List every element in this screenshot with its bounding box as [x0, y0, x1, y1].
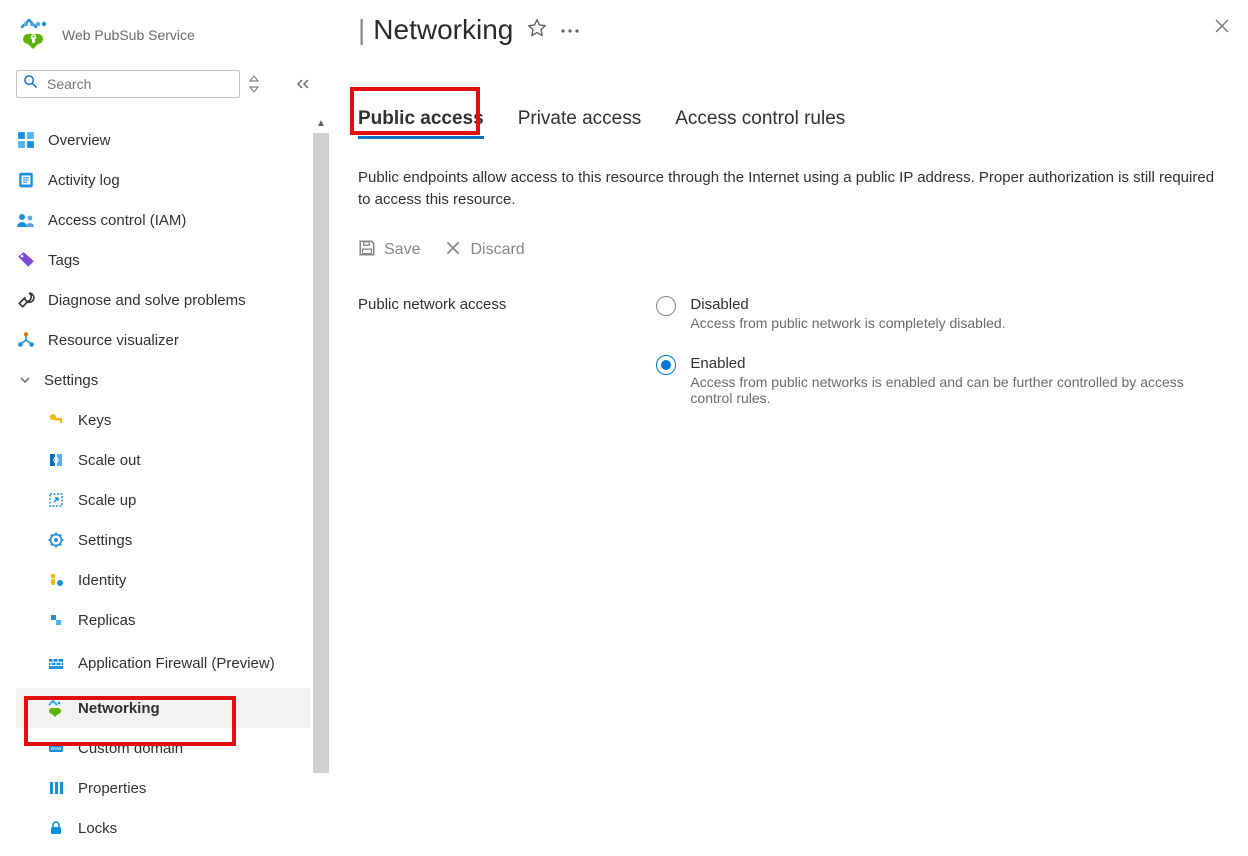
chevron-down-icon: [16, 374, 34, 386]
sort-icon[interactable]: [248, 75, 260, 93]
sidebar-item-app-firewall[interactable]: Application Firewall (Preview): [16, 640, 310, 688]
radio-option-disabled[interactable]: Disabled Access from public network is c…: [656, 296, 1210, 331]
domain-icon: www: [46, 740, 66, 756]
service-icon: [18, 18, 52, 52]
sidebar-item-label: Activity log: [48, 172, 120, 189]
svg-text:www: www: [51, 746, 62, 752]
search-icon: [23, 74, 38, 94]
sidebar-item-resource-visualizer[interactable]: Resource visualizer: [16, 320, 310, 360]
page-title: Networking: [373, 14, 513, 46]
gear-icon: [46, 532, 66, 548]
save-icon: [358, 239, 376, 262]
sidebar-item-label: Resource visualizer: [48, 332, 179, 349]
collapse-icon[interactable]: [294, 77, 310, 91]
sidebar-item-keys[interactable]: Keys: [16, 400, 310, 440]
radio-icon[interactable]: [656, 296, 676, 316]
header-divider: |: [358, 14, 365, 46]
log-icon: [16, 171, 36, 189]
sidebar-item-tags[interactable]: Tags: [16, 240, 310, 280]
close-icon[interactable]: [1214, 18, 1230, 39]
sidebar-item-custom-domain[interactable]: www Custom domain: [16, 728, 310, 768]
tab-public-access[interactable]: Public access: [358, 108, 484, 139]
discard-icon: [444, 239, 462, 262]
sidebar-item-diagnose[interactable]: Diagnose and solve problems: [16, 280, 310, 320]
scrollbar-thumb[interactable]: [313, 133, 329, 773]
sidebar-group-label: Settings: [44, 372, 98, 389]
sidebar-item-label: Identity: [78, 572, 126, 589]
sidebar-item-scale-out[interactable]: Scale out: [16, 440, 310, 480]
key-icon: [46, 412, 66, 428]
sidebar-item-locks[interactable]: Locks: [16, 808, 310, 848]
sidebar-item-label: Access control (IAM): [48, 212, 186, 229]
sidebar-item-activity-log[interactable]: Activity log: [16, 160, 310, 200]
sidebar-item-settings[interactable]: Settings: [16, 520, 310, 560]
graph-icon: [16, 331, 36, 349]
scrollbar-track[interactable]: ▲: [310, 0, 332, 856]
tabs: Public access Private access Access cont…: [358, 108, 1228, 139]
identity-icon: [46, 572, 66, 588]
sidebar: Web PubSub Service Overview: [0, 0, 310, 856]
search-input[interactable]: [16, 70, 240, 98]
sidebar-item-label: Settings: [78, 532, 132, 549]
nav-menu: Overview Activity log Access control (IA…: [16, 120, 310, 848]
tab-access-control-rules[interactable]: Access control rules: [675, 108, 845, 139]
main-panel: | Networking Public access Private acces…: [332, 0, 1248, 856]
scale-up-icon: [46, 492, 66, 508]
save-button[interactable]: Save: [358, 239, 420, 262]
search-box: [16, 70, 240, 98]
radio-group-public-access: Disabled Access from public network is c…: [656, 296, 1210, 406]
radio-label: Enabled: [690, 355, 1210, 372]
sidebar-item-label: Custom domain: [78, 740, 183, 757]
wrench-icon: [16, 291, 36, 309]
sidebar-item-label: Replicas: [78, 612, 136, 629]
sidebar-item-label: Keys: [78, 412, 111, 429]
sidebar-item-label: Networking: [78, 700, 160, 717]
sidebar-item-label: Application Firewall (Preview): [78, 655, 275, 673]
radio-option-enabled[interactable]: Enabled Access from public networks is e…: [656, 355, 1210, 406]
discard-label: Discard: [470, 241, 524, 259]
sidebar-item-label: Scale up: [78, 492, 136, 509]
replicas-icon: [46, 612, 66, 628]
properties-icon: [46, 780, 66, 796]
radio-icon[interactable]: [656, 355, 676, 375]
sidebar-item-label: Properties: [78, 780, 146, 797]
sidebar-item-replicas[interactable]: Replicas: [16, 600, 310, 640]
sidebar-item-access-control[interactable]: Access control (IAM): [16, 200, 310, 240]
overview-icon: [16, 131, 36, 149]
radio-label: Disabled: [690, 296, 1005, 313]
lock-icon: [46, 820, 66, 836]
networking-icon: [46, 699, 66, 717]
firewall-icon: [46, 656, 66, 672]
people-icon: [16, 211, 36, 229]
sidebar-item-scale-up[interactable]: Scale up: [16, 480, 310, 520]
tab-description: Public endpoints allow access to this re…: [358, 167, 1228, 211]
sidebar-item-overview[interactable]: Overview: [16, 120, 310, 160]
sidebar-item-label: Overview: [48, 132, 111, 149]
form-label-public-network-access: Public network access: [358, 296, 506, 406]
sidebar-item-properties[interactable]: Properties: [16, 768, 310, 808]
sidebar-item-label: Diagnose and solve problems: [48, 292, 246, 309]
tab-private-access[interactable]: Private access: [518, 108, 642, 139]
scroll-up-icon[interactable]: ▲: [316, 118, 326, 129]
sidebar-item-networking[interactable]: Networking: [16, 688, 310, 728]
save-label: Save: [384, 241, 420, 259]
service-label: Web PubSub Service: [62, 27, 195, 43]
tag-icon: [16, 251, 36, 269]
radio-caption: Access from public network is completely…: [690, 315, 1005, 331]
sidebar-group-settings[interactable]: Settings: [16, 360, 310, 400]
star-icon[interactable]: [527, 18, 547, 43]
toolbar: Save Discard: [358, 239, 1228, 262]
more-icon[interactable]: [561, 21, 579, 39]
discard-button[interactable]: Discard: [444, 239, 524, 262]
sidebar-item-identity[interactable]: Identity: [16, 560, 310, 600]
scale-out-icon: [46, 452, 66, 468]
sidebar-item-label: Locks: [78, 820, 117, 837]
sidebar-item-label: Scale out: [78, 452, 141, 469]
sidebar-item-label: Tags: [48, 252, 80, 269]
radio-caption: Access from public networks is enabled a…: [690, 374, 1210, 406]
